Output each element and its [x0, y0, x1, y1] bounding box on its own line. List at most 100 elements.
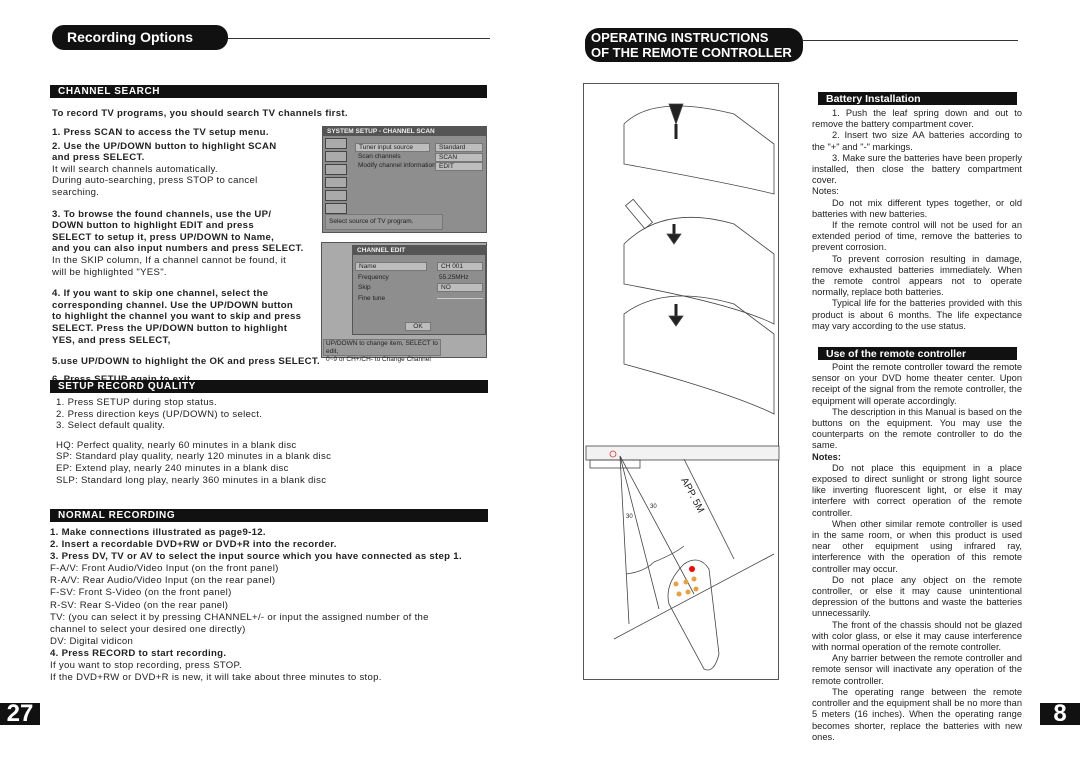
- section-title-channel-search: CHANNEL SEARCH: [50, 85, 487, 98]
- step-line: 2. Use the UP/DOWN button to highlight S…: [52, 140, 277, 152]
- step-line: TV: (you can select it by pressing CHANN…: [50, 611, 429, 623]
- frequency-label: Frequency: [358, 274, 389, 281]
- note-paragraph: Do not place any object on the remote co…: [812, 574, 1022, 619]
- step-line: SELECT. Press the UP/DOWN button to high…: [52, 322, 288, 334]
- step-line: 3. Select default quality.: [56, 420, 165, 432]
- step-line: DOWN button to highlight EDIT and press: [52, 220, 254, 232]
- quality-mode: SLP: Standard long play, nearly 360 minu…: [56, 474, 327, 486]
- note-paragraph: The front of the chassis should not be g…: [812, 619, 1022, 653]
- step-line: and you can also input numbers and press…: [52, 243, 304, 255]
- channel-search-intro: To record TV programs, you should search…: [52, 108, 348, 119]
- scan-button[interactable]: SCAN: [435, 153, 483, 162]
- page-header: Recording Options: [52, 25, 228, 50]
- step-line: 4. Press RECORD to start recording.: [50, 647, 227, 659]
- angle-label: 30: [626, 514, 633, 520]
- step-line: If the DVD+RW or DVD+R is new, it will t…: [50, 672, 382, 684]
- notes-label: Notes:: [812, 451, 841, 462]
- section-title-record-quality: SETUP RECORD QUALITY: [50, 380, 488, 393]
- name-label: Name: [355, 262, 427, 271]
- screen-title: CHANNEL EDIT: [353, 246, 485, 255]
- step-line: and press SELECT.: [52, 152, 145, 164]
- section-title-normal-recording: NORMAL RECORDING: [50, 509, 488, 522]
- paragraph: The description in this Manual is based …: [812, 406, 1022, 451]
- step-line: to highlight the channel you want to ski…: [52, 311, 302, 323]
- edit-button[interactable]: EDIT: [435, 162, 483, 171]
- note-paragraph: Do not place this equipment in a place e…: [812, 462, 1022, 518]
- skip-label: Skip: [358, 284, 371, 291]
- step-line: 2. Press direction keys (UP/DOWN) to sel…: [56, 408, 263, 420]
- ok-button[interactable]: OK: [405, 322, 431, 331]
- note-paragraph: When other similar remote controller is …: [812, 518, 1022, 574]
- quality-mode: SP: Standard play quality, nearly 120 mi…: [56, 451, 332, 463]
- step-line: 1. Make connections illustrated as page9…: [50, 527, 266, 538]
- step-line: During auto-searching, press STOP to can…: [52, 175, 258, 187]
- angle-label: 30: [650, 504, 657, 510]
- step-line: 5.use UP/DOWN to highlight the OK and pr…: [52, 356, 320, 368]
- step-line: F-A/V: Front Audio/Video Input (on the f…: [50, 563, 279, 575]
- section-title-battery: Battery Installation: [818, 92, 1017, 105]
- skip-dropdown[interactable]: NO: [437, 283, 483, 292]
- step-line: F-SV: Front S-Video (on the front panel): [50, 587, 232, 599]
- note-paragraph: If the remote control will not be used f…: [812, 220, 1022, 253]
- channel-edit-screen: CHANNEL EDIT Name CH 001 Frequency 55.25…: [321, 242, 487, 363]
- use-text: Point the remote controller toward the r…: [812, 362, 1022, 743]
- screen-hint: UP/DOWN to change item, SELECT to edit,: [326, 340, 438, 355]
- quality-mode: EP: Extend play, nearly 240 minutes in a…: [56, 462, 289, 474]
- step-line: will be highlighted "YES".: [52, 266, 167, 278]
- channel-scan-screen: SYSTEM SETUP - CHANNEL SCAN Tuner input …: [322, 126, 487, 233]
- header-rule: [803, 40, 1018, 41]
- step-line: YES, and press SELECT,: [52, 334, 171, 346]
- page-number: 27: [0, 702, 40, 726]
- paragraph: 1. Push the leaf spring down and out to …: [812, 108, 1022, 130]
- screen-hint: Select source of TV program.: [325, 214, 443, 230]
- header-rule: [228, 38, 490, 39]
- paragraph: 2. Insert two size AA batteries accordin…: [812, 130, 1022, 152]
- header-line: OPERATING INSTRUCTIONS: [591, 30, 769, 45]
- scan-channels-label: Scan channels: [358, 153, 401, 160]
- step-line: SELECT to setup it, press UP/DOWN to Nam…: [52, 231, 275, 243]
- step-line: 2. Insert a recordable DVD+RW or DVD+R i…: [50, 539, 337, 551]
- record-quality-text: 1. Press SETUP during stop status. 2. Pre…: [56, 397, 331, 486]
- step-line: 4. If you want to skip one channel, sele…: [52, 288, 269, 300]
- tuner-input-label: Tuner input source: [355, 143, 430, 152]
- step-line: 1. Press SCAN to access the TV setup men…: [52, 127, 269, 138]
- step-line: 3. Press DV, TV or AV to select the inpu…: [50, 551, 462, 563]
- note-paragraph: Any barrier between the remote controlle…: [812, 653, 1022, 686]
- modify-channel-label: Modify channel information: [358, 162, 436, 169]
- step-line: It will search channels automatically.: [52, 163, 218, 175]
- frequency-value: 55.25MHz: [439, 274, 469, 281]
- step-line: If you want to stop recording, press STO…: [50, 660, 242, 672]
- name-field[interactable]: CH 001: [437, 262, 483, 271]
- step-line: R-SV: Rear S-Video (on the rear panel): [50, 599, 229, 611]
- screen-title: SYSTEM SETUP - CHANNEL SCAN: [323, 127, 486, 136]
- page-number: 8: [1040, 702, 1080, 726]
- section-title-use: Use of the remote controller: [818, 347, 1017, 360]
- notes-label: Notes:: [812, 186, 839, 197]
- channel-search-steps: 1. Press SCAN to access the TV setup men…: [52, 127, 320, 385]
- note-paragraph: Do not mix different types together, or …: [812, 197, 1022, 219]
- step-line: searching.: [52, 186, 100, 198]
- header-line: OF THE REMOTE CONTROLLER: [591, 45, 792, 60]
- note-paragraph: Typical life for the batteries provided …: [812, 298, 1022, 331]
- page-header: OPERATING INSTRUCTIONS OF THE REMOTE CON…: [585, 28, 803, 62]
- menu-icons: [325, 138, 347, 214]
- battery-text: 1. Push the leaf spring down and out to …: [812, 108, 1022, 332]
- step-line: corresponding channel. Use the UP/DOWN b…: [52, 299, 294, 311]
- normal-recording-steps: 1. Make connections illustrated as page9…: [50, 527, 462, 684]
- note-paragraph: The operating range between the remote c…: [812, 686, 1022, 742]
- note-paragraph: To prevent corrosion resulting in damage…: [812, 253, 1022, 298]
- paragraph: 3. Make sure the batteries have been pro…: [812, 152, 1022, 186]
- step-line: DV: Digital vidicon: [50, 635, 134, 647]
- step-line: R-A/V: Rear Audio/Video Input (on the re…: [50, 575, 276, 587]
- quality-mode: HQ: Perfect quality, nearly 60 minutes i…: [56, 439, 297, 451]
- step-line: channel to select your desired one direc…: [50, 623, 246, 635]
- screen-hint: 0~9 or CH+/CH- to Change Channel: [326, 356, 431, 363]
- tuner-input-dropdown[interactable]: Standard: [435, 143, 483, 152]
- step-line: 1. Press SETUP during stop status.: [56, 397, 217, 408]
- step-line: In the SKIP column, If a channel cannot …: [52, 254, 287, 266]
- step-line: 3. To browse the found channels, use the…: [52, 208, 272, 220]
- fine-tune-slider[interactable]: [437, 298, 483, 299]
- paragraph: Point the remote controller toward the r…: [812, 362, 1022, 406]
- fine-tune-label: Fine tune: [358, 295, 386, 302]
- remote-illustration: APP. 5M 30 30: [583, 83, 780, 680]
